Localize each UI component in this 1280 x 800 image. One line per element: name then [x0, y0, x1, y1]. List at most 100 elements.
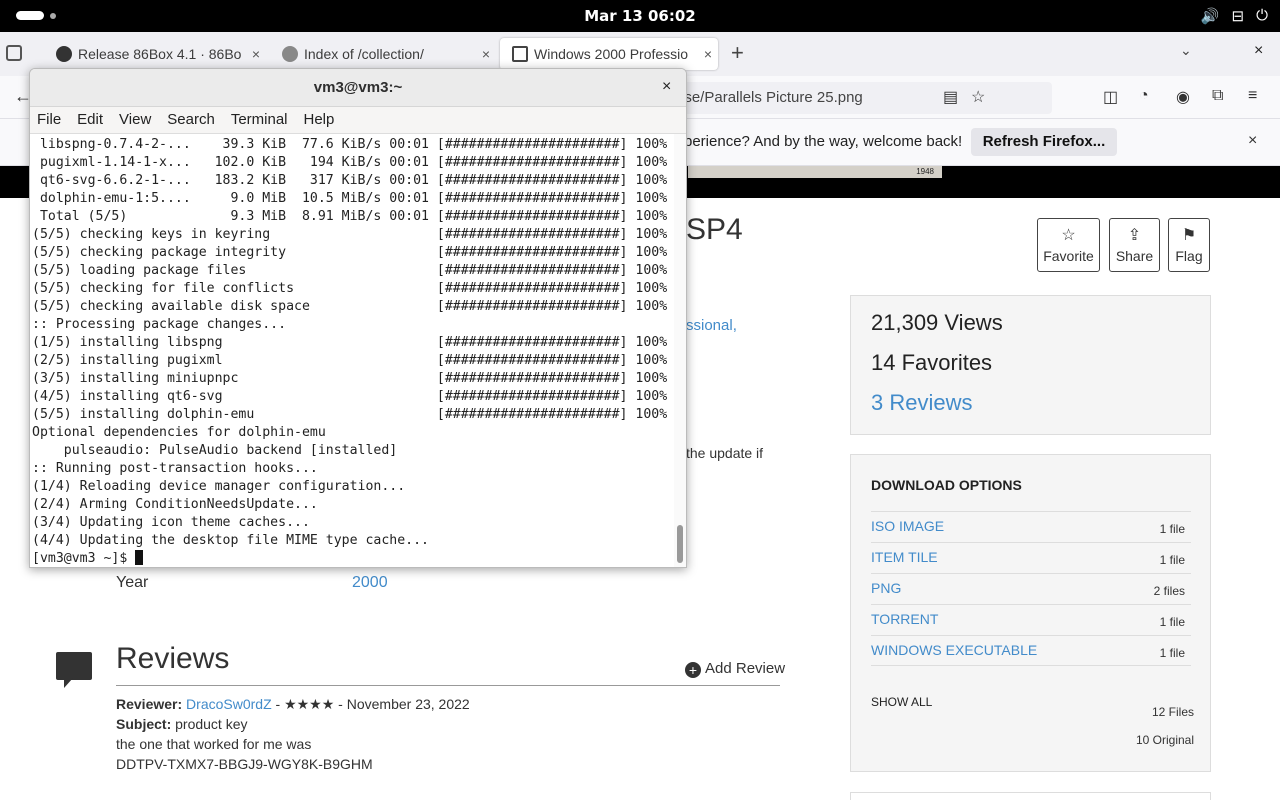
download-row[interactable]: TORRENT 1 file	[871, 604, 1191, 635]
download-row[interactable]: WINDOWS EXECUTABLE 1 file	[871, 635, 1191, 666]
download-format[interactable]: ISO IMAGE	[871, 518, 944, 534]
menu-edit[interactable]: Edit	[77, 107, 103, 133]
add-review-label: Add Review	[705, 660, 786, 677]
download-count: 1 file	[1159, 646, 1185, 660]
terminal-title: vm3@vm3:~	[313, 79, 403, 96]
menu-search[interactable]: Search	[167, 107, 215, 133]
terminal-titlebar[interactable]: vm3@vm3:~ ×	[30, 69, 686, 107]
download-row[interactable]: PNG 2 files	[871, 573, 1191, 604]
extensions-icon[interactable]: ⧉	[1212, 87, 1223, 105]
terminal-menubar: File Edit View Search Terminal Help	[30, 107, 686, 134]
bookmark-star-icon[interactable]: ☆	[971, 87, 985, 107]
add-review-button[interactable]: + Add Review	[685, 660, 785, 678]
tab-index-collection[interactable]: Index of /collection/ ×	[270, 38, 496, 70]
volume-icon[interactable]: 🔊	[1201, 7, 1220, 25]
download-row[interactable]: ITEM TILE 1 file	[871, 542, 1191, 573]
chevron-down-icon[interactable]: ⌄	[1180, 42, 1192, 59]
download-format[interactable]: PNG	[871, 580, 901, 596]
terminal-line: (5/5) loading package files [###########…	[32, 263, 668, 278]
notification-message: perience? And by the way, welcome back!	[684, 133, 963, 150]
review-header: Reviewer: DracoSw0rdZ - ★★★★ - November …	[116, 696, 470, 713]
description-text: the update if	[686, 445, 764, 461]
menu-help[interactable]: Help	[304, 107, 335, 133]
close-icon[interactable]: ×	[662, 78, 671, 96]
views-count: 21,309 Views	[871, 310, 1003, 335]
pocket-icon[interactable]: ◫	[1103, 87, 1118, 107]
subject-text: product key	[175, 716, 248, 732]
reviews-link[interactable]: 3 Reviews	[871, 390, 972, 416]
review-body-line: DDTPV-TXMX7-BBGJ9-WGY8K-B9GHM	[116, 756, 373, 772]
terminal-line: libspng-0.7.4-2-... 39.3 KiB 77.6 KiB/s …	[32, 137, 668, 152]
terminal-line: (2/5) installing pugixml [##############…	[32, 353, 668, 368]
refresh-firefox-button[interactable]: Refresh Firefox...	[971, 128, 1117, 156]
terminal-line: Total (5/5) 9.3 MiB 8.91 MiB/s 00:01 [##…	[32, 209, 668, 224]
archive-favicon-icon	[282, 46, 298, 62]
terminal-line: pugixml-1.14-1-x... 102.0 KiB 194 KiB/s …	[32, 155, 668, 170]
reviewer-label: Reviewer:	[116, 696, 183, 712]
favorite-button[interactable]: ☆ Favorite	[1037, 218, 1100, 272]
next-sidebar-box	[850, 792, 1211, 800]
terminal-line: (5/5) checking keys in keyring [########…	[32, 227, 668, 242]
share-label: Share	[1115, 248, 1154, 264]
share-icon: ⇪	[1127, 227, 1142, 244]
favorite-label: Favorite	[1043, 248, 1094, 264]
terminal-scrollbar-thumb[interactable]	[677, 525, 683, 563]
reviews-title: Reviews	[116, 642, 230, 675]
account-icon[interactable]: ◉	[1176, 87, 1190, 107]
tab-86box-release[interactable]: Release 86Box 4.1 · 86Bo ×	[44, 38, 266, 70]
terminal-line: (5/5) checking available disk space [###…	[32, 299, 668, 314]
sync-icon[interactable]: ◔	[1139, 87, 1149, 105]
terminal-prompt: [vm3@vm3 ~]$	[32, 551, 136, 566]
window-close-button[interactable]: ×	[1254, 42, 1263, 60]
terminal-output[interactable]: libspng-0.7.4-2-... 39.3 KiB 77.6 KiB/s …	[30, 134, 674, 567]
tab-windows-2000[interactable]: Windows 2000 Professio ×	[500, 38, 718, 70]
terminal-prompt-line[interactable]: [vm3@vm3 ~]$	[32, 550, 144, 567]
terminal-line: (5/5) checking package integrity [######…	[32, 245, 668, 260]
terminal-line: (4/4) Updating the desktop file MIME typ…	[32, 533, 429, 548]
terminal-line: (4/5) installing qt6-svg [##############…	[32, 389, 668, 404]
gnome-top-bar: Mar 13 06:02 🔊 ⊟ ⏻	[0, 0, 1280, 32]
menu-terminal[interactable]: Terminal	[231, 107, 288, 133]
tab-list-icon[interactable]	[6, 45, 22, 61]
metadata-link[interactable]: ssional,	[686, 317, 737, 334]
review-meta: - ★★★★ - November 23, 2022	[271, 696, 470, 712]
terminal-cursor	[135, 550, 144, 565]
download-format[interactable]: WINDOWS EXECUTABLE	[871, 642, 1037, 658]
download-options-box: DOWNLOAD OPTIONS ISO IMAGE 1 file ITEM T…	[850, 454, 1211, 772]
plus-icon: +	[685, 662, 701, 678]
download-format[interactable]: ITEM TILE	[871, 549, 938, 565]
year-value[interactable]: 2000	[352, 574, 388, 592]
flag-icon: ⚑	[1181, 227, 1197, 244]
stats-box: 21,309 Views 14 Favorites 3 Reviews	[850, 295, 1211, 435]
terminal-line: :: Processing package changes...	[32, 317, 287, 332]
terminal-window[interactable]: vm3@vm3:~ × File Edit View Search Termin…	[29, 68, 687, 568]
flag-button[interactable]: ⚑ Flag	[1168, 218, 1210, 272]
power-icon[interactable]: ⏻	[1256, 7, 1268, 25]
terminal-line: (5/5) checking for file conflicts [#####…	[32, 281, 668, 296]
page-title: SP4	[686, 213, 743, 246]
reader-view-icon[interactable]: ▤	[943, 87, 958, 107]
new-tab-button[interactable]: +	[731, 40, 744, 66]
show-all-link[interactable]: SHOW ALL	[871, 695, 932, 709]
download-count: 1 file	[1159, 615, 1185, 629]
total-files: 12 Files	[1151, 705, 1194, 719]
share-button[interactable]: ⇪ Share	[1109, 218, 1160, 272]
clock[interactable]: Mar 13 06:02	[0, 7, 1280, 25]
download-row[interactable]: ISO IMAGE 1 file	[871, 511, 1191, 542]
terminal-line: (2/4) Arming ConditionNeedsUpdate...	[32, 497, 318, 512]
close-icon[interactable]: ×	[704, 38, 712, 70]
terminal-scrollbar[interactable]	[674, 134, 686, 567]
menu-view[interactable]: View	[119, 107, 151, 133]
system-tray[interactable]: 🔊 ⊟ ⏻	[1201, 7, 1268, 25]
close-icon[interactable]: ×	[482, 38, 490, 70]
menu-file[interactable]: File	[37, 107, 61, 133]
reviewer-link[interactable]: DracoSw0rdZ	[186, 696, 272, 712]
close-icon[interactable]: ×	[1248, 132, 1257, 150]
close-icon[interactable]: ×	[252, 38, 260, 70]
terminal-line: dolphin-emu-1:5.... 9.0 MiB 10.5 MiB/s 0…	[32, 191, 668, 206]
url-text[interactable]: ese/Parallels Picture 25.png	[676, 89, 863, 106]
download-format[interactable]: TORRENT	[871, 611, 938, 627]
hamburger-menu-icon[interactable]: ≡	[1248, 87, 1257, 105]
tab-label: Windows 2000 Professio	[534, 46, 689, 62]
network-icon[interactable]: ⊟	[1232, 7, 1245, 25]
